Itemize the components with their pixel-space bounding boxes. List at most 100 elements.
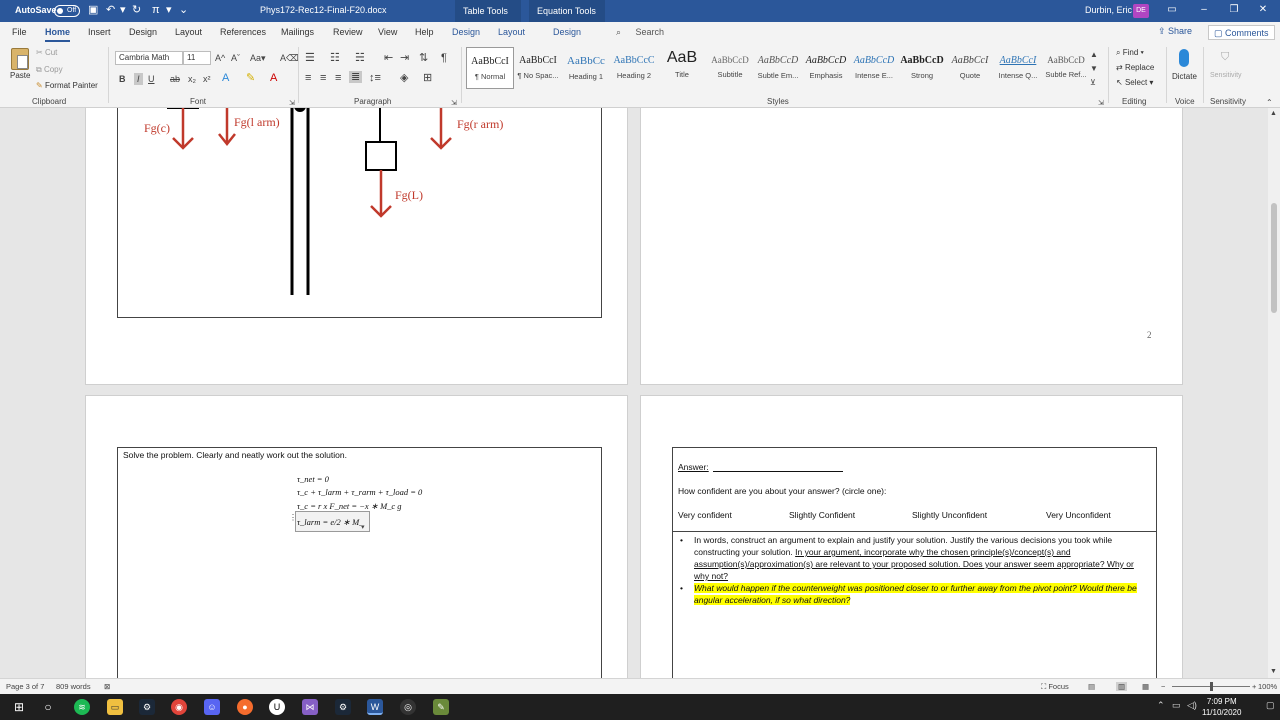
visual-studio-icon[interactable]: ⋈ [302,699,318,715]
equation-4[interactable]: τ_larm = e/2 ∗ M_ [297,517,363,528]
style-intense-emphasis[interactable]: AaBbCcD Intense E... [850,47,898,89]
discord-icon[interactable]: ☺ [204,699,220,715]
subscript-button[interactable]: x₂ [188,73,196,85]
superscript-button[interactable]: x² [203,73,211,85]
tab-layout[interactable]: Layout [175,27,202,37]
increase-indent-icon[interactable]: ⇥ [400,52,409,64]
chrome-icon[interactable]: ◉ [171,699,187,715]
confidence-option[interactable]: Slightly Unconfident [912,510,987,520]
minimize-icon[interactable]: – [1197,4,1211,16]
ribbon-display-icon[interactable]: ▭ [1165,4,1179,16]
change-case-icon[interactable]: Aa▾ [250,52,266,64]
format-painter-button[interactable]: ✎ Format Painter [36,81,98,90]
sensitivity-icon[interactable]: ⛉ [1221,51,1229,63]
paint-icon[interactable]: ✎ [433,699,449,715]
vertical-scrollbar[interactable]: ▲ ▼ [1268,108,1280,678]
copy-button[interactable]: ⧉ Copy [36,65,63,75]
replace-button[interactable]: ⇄ Replace [1116,63,1154,72]
select-button[interactable]: ↖ Select ▾ [1116,78,1153,87]
bullets-icon[interactable]: ☰ [305,52,315,64]
zoom-level[interactable]: 100% [1258,682,1277,691]
avatar[interactable]: DE [1133,4,1149,18]
page-indicator[interactable]: Page 3 of 7 [6,682,44,691]
styles-scroll-down-icon[interactable]: ▼ [1090,63,1098,75]
tab-table-design[interactable]: Design [452,27,480,37]
borders-icon[interactable]: ⊞ [423,72,432,84]
close-icon[interactable]: ✕ [1256,4,1270,16]
style-normal[interactable]: AaBbCcI ¶ Normal [466,47,514,89]
web-layout-icon[interactable]: ▦ [1142,682,1149,691]
focus-button[interactable]: ⛶ Focus [1041,682,1069,692]
cut-button[interactable]: ✂ Cut [36,48,57,57]
scroll-up-icon[interactable]: ▲ [1270,108,1277,120]
strikethrough-button[interactable]: ab [170,73,180,85]
document-canvas[interactable]: Fg(c) Fg(l arm) Fg(r arm) Fg(L) 2 Solve … [0,108,1268,678]
style-emphasis[interactable]: AaBbCcD Emphasis [802,47,850,89]
equation-handle-icon[interactable]: ⋮ [289,512,297,524]
styles-scroll-up-icon[interactable]: ▲ [1090,49,1098,61]
equation-2[interactable]: τ_c + τ_larm + τ_rarm + τ_load = 0 [297,487,422,497]
steam-icon[interactable]: ⚙ [139,699,155,715]
align-center-icon[interactable]: ≡ [320,72,326,84]
styles-more-icon[interactable]: ⊻ [1090,77,1096,89]
style-subtle-emphasis[interactable]: AaBbCcD Subtle Em... [754,47,802,89]
tab-view[interactable]: View [378,27,397,37]
tab-table-layout[interactable]: Layout [498,27,525,37]
unreal-icon[interactable]: U [269,699,285,715]
equation-options-icon[interactable]: ▾ [361,522,365,534]
tab-references[interactable]: References [220,27,266,37]
shading-icon[interactable]: ◈ [400,72,408,84]
microphone-icon[interactable] [1179,49,1189,67]
decrease-indent-icon[interactable]: ⇤ [384,52,393,64]
tab-equation-design[interactable]: Design [553,27,581,37]
share-button[interactable]: ⇪ Share [1158,26,1192,37]
zoom-out-icon[interactable]: − [1161,682,1165,691]
clear-formatting-icon[interactable]: A⌫ [280,52,299,64]
align-right-icon[interactable]: ≡ [335,72,341,84]
tray-chevron-icon[interactable]: ⌃ [1157,700,1165,711]
user-name[interactable]: Durbin, Eric [1085,5,1132,15]
font-color-icon[interactable]: A [270,72,277,84]
style-no-spacing[interactable]: AaBbCcI ¶ No Spac... [514,47,562,89]
tab-insert[interactable]: Insert [88,27,111,37]
underline-button[interactable]: U [148,73,155,85]
style-strong[interactable]: AaBbCcD Strong [898,47,946,89]
tab-review[interactable]: Review [333,27,363,37]
network-icon[interactable]: ▭ [1172,700,1181,711]
font-size-select[interactable]: 11 [183,51,211,65]
style-subtle-reference[interactable]: AaBbCcD Subtle Ref... [1042,47,1090,89]
style-heading-1[interactable]: AaBbCc Heading 1 [562,47,610,89]
confidence-option[interactable]: Slightly Confident [789,510,855,520]
highlight-icon[interactable]: ✎ [246,72,255,84]
justify-icon[interactable]: ≣ [349,71,363,83]
proofing-icon[interactable]: ⊠ [104,682,110,691]
undo-dropdown-icon[interactable]: ▾ [120,4,126,16]
autosave-toggle[interactable]: Off [54,5,80,17]
equation-pi-button[interactable]: π [152,4,160,16]
volume-icon[interactable]: ◁) [1187,700,1197,711]
style-intense-quote[interactable]: AaBbCcI Intense Q... [994,47,1042,89]
style-title[interactable]: AaB Title [658,47,706,89]
paste-icon[interactable] [11,48,29,70]
paste-button[interactable]: Paste [10,71,30,80]
grow-font-icon[interactable]: A^ [215,52,225,64]
answer-line[interactable] [713,471,843,472]
tab-design[interactable]: Design [129,27,157,37]
tab-home[interactable]: Home [45,27,71,42]
sensitivity-button[interactable]: Sensitivity [1210,72,1242,79]
line-spacing-icon[interactable]: ↕≡ [369,72,381,84]
read-mode-icon[interactable]: ▤ [1088,682,1095,691]
word-count[interactable]: 809 words [56,682,91,691]
origin-icon[interactable]: ● [237,699,253,715]
align-left-icon[interactable]: ≡ [305,72,311,84]
equation-1[interactable]: τ_net = 0 [297,474,329,484]
system-clock[interactable]: 7:09 PM 11/10/2020 [1202,696,1241,718]
numbering-icon[interactable]: ☷ [330,52,340,64]
start-icon[interactable]: ⊞ [11,699,27,715]
comments-button[interactable]: ▢ Comments [1208,25,1275,40]
find-button[interactable]: ⌕ Find ▾ [1116,48,1144,58]
spotify-icon[interactable]: ≋ [74,699,90,715]
zoom-in-icon[interactable]: + [1252,682,1256,691]
undo-icon[interactable]: ↶ [106,4,115,16]
italic-button[interactable]: I [134,73,143,85]
